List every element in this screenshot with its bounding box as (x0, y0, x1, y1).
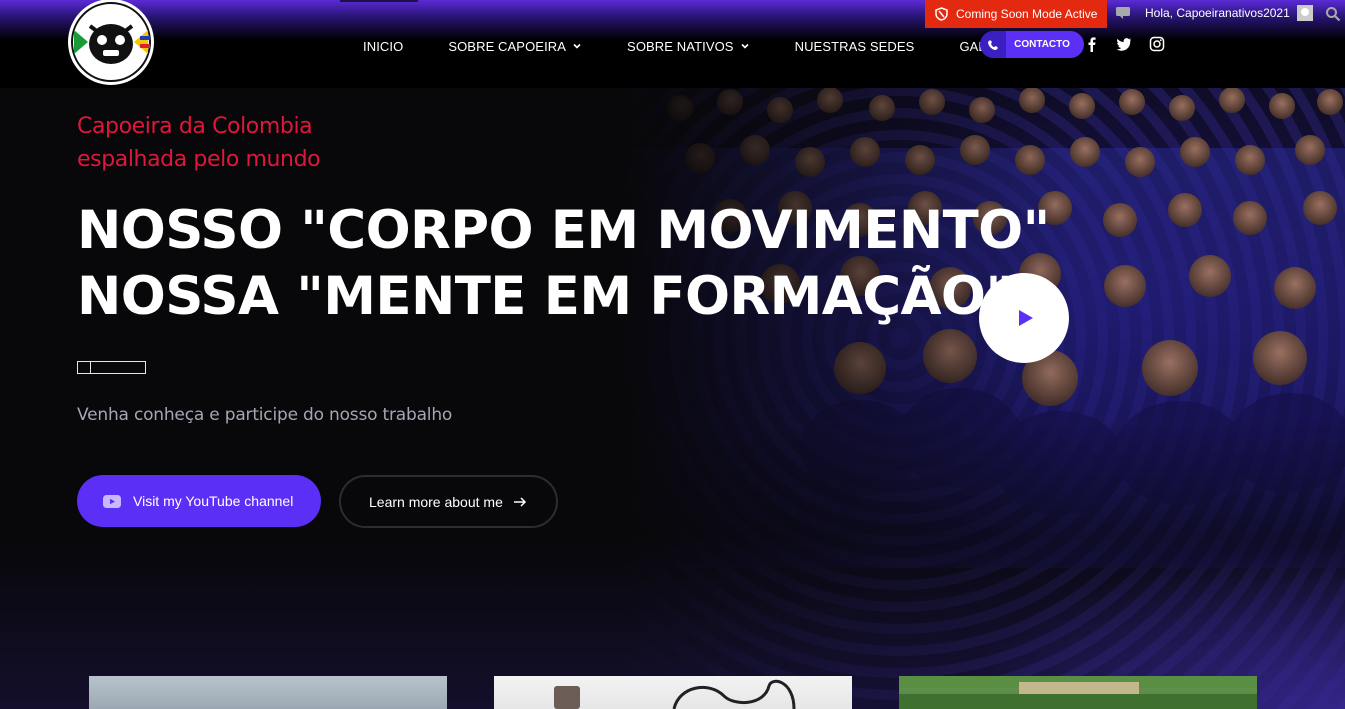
hero-headline: NOSSO "CORPO EM MOVIMENTO" NOSSA "MENTE … (77, 198, 1050, 330)
slide-progress-bar (77, 361, 146, 374)
avatar[interactable] (1297, 5, 1313, 21)
hero-subline: Venha conheça e participe do nosso traba… (77, 405, 453, 425)
hero-tagline: Capoeira da Colombia espalhada pelo mund… (77, 110, 321, 176)
contact-button-label: CONTACTO (1014, 39, 1070, 50)
instagram-icon[interactable] (1149, 36, 1165, 52)
hero-headline-line2: NOSSA "MENTE EM FORMAÇÃO" (77, 266, 1013, 327)
youtube-icon (103, 494, 121, 508)
feature-card-image[interactable] (494, 676, 852, 709)
nav-item-sobre-nativos[interactable]: SOBRE NATIVOS (627, 39, 750, 54)
youtube-button-label: Visit my YouTube channel (133, 493, 294, 509)
slide-progress-fill (78, 362, 91, 373)
hero-headline-line1: NOSSO "CORPO EM MOVIMENTO" (77, 200, 1050, 261)
berimbau-image (554, 679, 796, 709)
chevron-down-icon (741, 43, 749, 49)
nav-item-label: SOBRE NATIVOS (627, 38, 734, 54)
corner-glow (645, 449, 1345, 709)
site-header: INICIO SOBRE CAPOEIRA SOBRE NATIVOS NUES… (0, 0, 1345, 88)
nav-item-label: INICIO (363, 38, 404, 54)
arrow-right-icon (513, 496, 526, 507)
nav-item-inicio[interactable]: INICIO (363, 39, 403, 54)
search-icon[interactable] (1325, 6, 1341, 22)
chevron-down-icon (573, 43, 581, 49)
contact-button[interactable]: CONTACTO (980, 31, 1084, 58)
top-indicator (340, 0, 418, 2)
twitter-icon[interactable] (1116, 36, 1132, 52)
nav-item-nuestras-sedes[interactable]: NUESTRAS SEDES (795, 39, 915, 54)
main-nav: INICIO SOBRE CAPOEIRA SOBRE NATIVOS NUES… (363, 36, 1033, 56)
play-icon (1018, 310, 1033, 326)
learn-more-label: Learn more about me (369, 493, 503, 510)
hero-tagline-line1: Capoeira da Colombia (77, 114, 313, 139)
park-image (899, 676, 1257, 709)
nav-item-label: NUESTRAS SEDES (794, 38, 915, 54)
learn-more-button[interactable]: Learn more about me (339, 475, 558, 528)
shield-icon (935, 7, 948, 21)
hero-tagline-line2: espalhada pelo mundo (77, 147, 321, 172)
coming-soon-notice[interactable]: Coming Soon Mode Active (925, 0, 1107, 28)
nav-item-sobre-capoeira[interactable]: SOBRE CAPOEIRA (448, 39, 582, 54)
facebook-icon[interactable] (1084, 36, 1100, 52)
admin-greeting[interactable]: Hola, Capoeiranativos2021 (1145, 6, 1290, 20)
coming-soon-label: Coming Soon Mode Active (956, 7, 1098, 21)
play-video-button[interactable] (979, 273, 1069, 363)
nav-item-label: SOBRE CAPOEIRA (448, 38, 567, 54)
logo-emblem-icon (68, 0, 154, 85)
feature-card-image[interactable] (89, 676, 447, 709)
comment-icon[interactable] (1115, 6, 1131, 20)
page: INICIO SOBRE CAPOEIRA SOBRE NATIVOS NUES… (0, 0, 1345, 709)
site-logo[interactable] (66, 0, 156, 88)
youtube-channel-button[interactable]: Visit my YouTube channel (77, 475, 321, 527)
feature-card-image[interactable] (899, 676, 1257, 709)
phone-icon (980, 31, 1006, 58)
